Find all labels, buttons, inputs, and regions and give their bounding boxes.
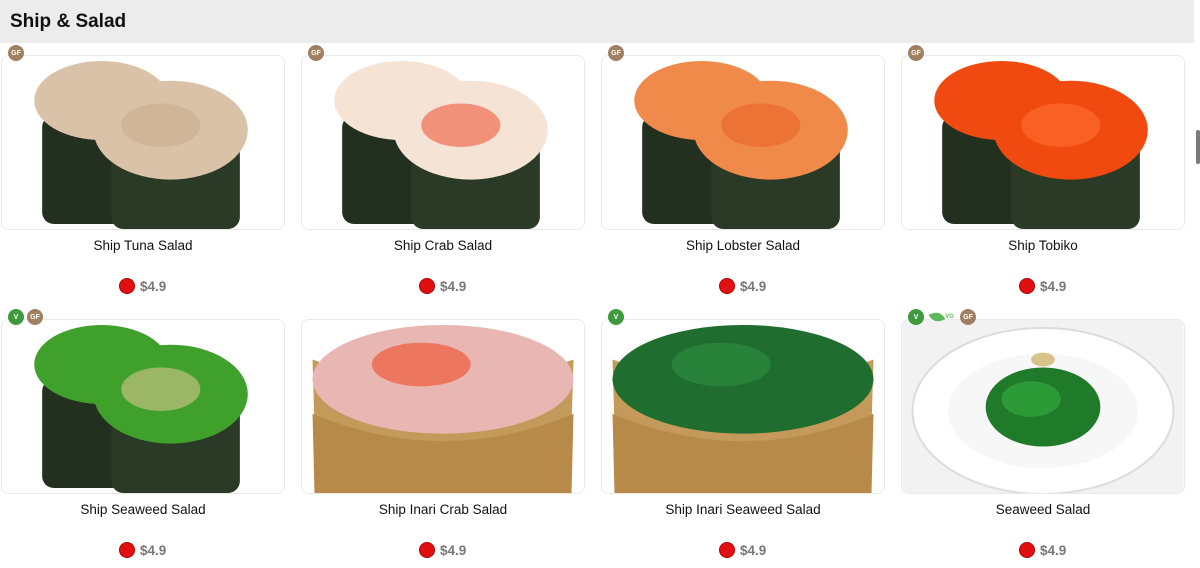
item-price: $4.9 (140, 542, 167, 558)
dish-image-frame[interactable] (901, 319, 1185, 494)
price-row: $4.9 (1019, 278, 1066, 294)
diet-badges: V GF (8, 309, 43, 325)
dish-image (602, 320, 884, 493)
section-title: Ship & Salad (10, 11, 127, 32)
diet-badges: GF (8, 45, 24, 61)
dish-image-frame[interactable] (1, 319, 285, 494)
item-price: $4.9 (1040, 542, 1067, 558)
gluten-free-badge: GF (308, 45, 324, 61)
menu-item-card[interactable]: V VG GF Seaweed Salad $4.9 (901, 307, 1185, 558)
scrollbar[interactable] (1196, 130, 1200, 164)
dish-image (2, 56, 284, 229)
item-name: Ship Inari Seaweed Salad (665, 502, 821, 517)
price-row: $4.9 (719, 542, 766, 558)
price-row: $4.9 (419, 278, 466, 294)
item-name: Ship Lobster Salad (685, 238, 801, 253)
gluten-free-badge: GF (960, 309, 976, 325)
price-dot-icon (119, 278, 135, 294)
price-row: $4.9 (719, 278, 766, 294)
dish-image-frame[interactable] (301, 55, 585, 230)
price-dot-icon (1019, 278, 1035, 294)
vegetarian-badge: V (8, 309, 24, 325)
vegetarian-badge: V (908, 309, 924, 325)
dish-image (2, 320, 284, 493)
item-name: Ship Crab Salad (393, 238, 493, 253)
item-price: $4.9 (140, 278, 167, 294)
price-row: $4.9 (119, 542, 166, 558)
gluten-free-badge: GF (27, 309, 43, 325)
item-price: $4.9 (440, 278, 467, 294)
price-row: $4.9 (119, 278, 166, 294)
diet-badges: V (608, 309, 624, 325)
diet-badges: V VG GF (908, 309, 976, 325)
item-price: $4.9 (740, 542, 767, 558)
gluten-free-badge: GF (908, 45, 924, 61)
item-price: $4.9 (740, 278, 767, 294)
dish-image (902, 56, 1184, 229)
dish-image (602, 56, 884, 229)
dish-image-frame[interactable] (301, 319, 585, 494)
diet-badges: GF (908, 45, 924, 61)
menu-item-card[interactable]: GF Ship Crab Salad $4.9 (301, 43, 585, 294)
menu-item-card[interactable]: Ship Inari Crab Salad $4.9 (301, 307, 585, 558)
menu-item-card[interactable]: GF Ship Tobiko $4.9 (901, 43, 1185, 294)
dish-image-frame[interactable] (601, 319, 885, 494)
item-name: Ship Inari Crab Salad (378, 502, 508, 517)
dish-image (302, 56, 584, 229)
menu-item-card[interactable]: GF Ship Tuna Salad $4.9 (1, 43, 285, 294)
dish-image (902, 320, 1184, 493)
price-dot-icon (719, 542, 735, 558)
item-name: Seaweed Salad (995, 502, 1091, 517)
menu-item-card[interactable]: V Ship Inari Seaweed Salad $4.9 (601, 307, 885, 558)
menu-item-card[interactable]: V GF Ship Seaweed Salad $4.9 (1, 307, 285, 558)
item-name: Ship Tobiko (1008, 238, 1078, 253)
section-header: Ship & Salad (0, 0, 1194, 43)
price-dot-icon (419, 542, 435, 558)
diet-badges: GF (308, 45, 324, 61)
gluten-free-badge: GF (608, 45, 624, 61)
gluten-free-badge: GF (8, 45, 24, 61)
dish-image-frame[interactable] (601, 55, 885, 230)
item-name: Ship Tuna Salad (93, 238, 193, 253)
item-price: $4.9 (440, 542, 467, 558)
vegan-leaf-icon: VG (927, 309, 957, 325)
price-dot-icon (1019, 542, 1035, 558)
item-price: $4.9 (1040, 278, 1067, 294)
dish-image-frame[interactable] (1, 55, 285, 230)
diet-badges: GF (608, 45, 624, 61)
price-dot-icon (119, 542, 135, 558)
dish-image-frame[interactable] (901, 55, 1185, 230)
price-row: $4.9 (419, 542, 466, 558)
menu-item-card[interactable]: GF Ship Lobster Salad $4.9 (601, 43, 885, 294)
vegetarian-badge: V (608, 309, 624, 325)
price-dot-icon (419, 278, 435, 294)
dish-image (302, 320, 584, 493)
price-dot-icon (719, 278, 735, 294)
price-row: $4.9 (1019, 542, 1066, 558)
item-name: Ship Seaweed Salad (80, 502, 206, 517)
